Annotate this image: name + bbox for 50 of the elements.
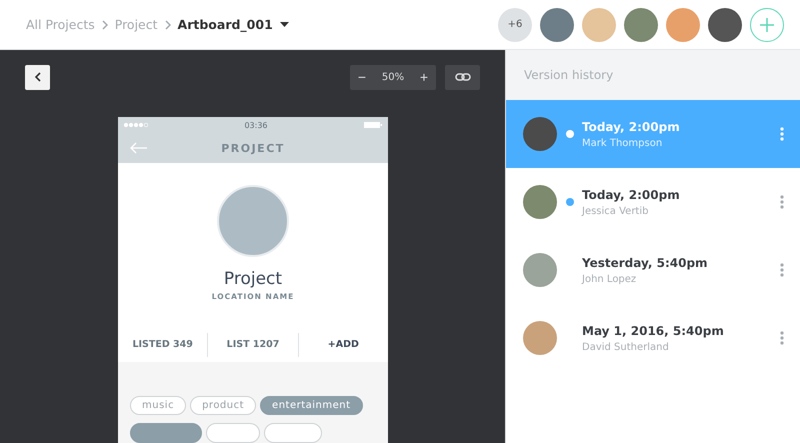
stat-label: LIST 1207 [207,332,298,357]
more-vertical-icon [780,331,784,345]
more-vertical-icon [780,195,784,209]
status-time: 03:36 [244,120,268,130]
more-menu-button[interactable] [778,262,786,278]
tag-chip[interactable] [130,423,202,443]
panel-title: Version history [506,50,800,100]
back-arrow-icon[interactable] [130,142,148,154]
signal-dots-icon [124,123,148,127]
version-author: David Sutherland [582,342,670,352]
link-icon [454,73,470,81]
tag-chip[interactable] [206,423,260,443]
zoom-in-button[interactable]: + [412,69,436,85]
version-time: Today, 2:00pm [582,120,681,134]
version-time: Today, 2:00pm [582,188,681,202]
more-vertical-icon [780,263,784,277]
stat-label: LISTED 349 [131,338,194,352]
author-avatar [523,253,557,287]
zoom-level: 50% [380,72,406,82]
chevron-right-icon [102,20,108,30]
author-avatar [523,117,557,151]
add-link[interactable]: +ADD [298,332,388,357]
nav-title: PROJECT [220,142,286,155]
author-avatar [523,321,557,355]
link-button[interactable] [445,64,480,90]
version-author: John Lopez [582,274,638,284]
chevron-right-icon [164,20,171,30]
more-vertical-icon [780,127,784,141]
collaborator-avatar[interactable] [624,8,658,42]
version-author: Mark Thompson [582,138,664,148]
collaborator-avatar[interactable] [540,8,574,42]
version-time: May 1, 2016, 5:40pm [582,324,725,338]
version-time: Yesterday, 5:40pm [582,256,709,270]
more-collaborators-count[interactable]: +6 [498,8,532,42]
plus-icon [759,16,775,32]
battery-icon [364,122,382,128]
add-collaborator-button[interactable] [750,8,784,42]
caret-down-icon[interactable] [280,22,289,27]
version-author: Jessica Vertib [582,206,650,216]
more-menu-button[interactable] [778,330,786,346]
chevron-left-icon [34,72,40,82]
more-menu-button[interactable] [778,126,786,142]
tag-chip[interactable] [264,423,322,443]
collaborator-avatar[interactable] [708,8,742,42]
author-avatar [523,185,557,219]
more-menu-button[interactable] [778,194,786,210]
project-name: Project [224,269,282,290]
zoom-out-button[interactable]: − [350,69,374,85]
back-button[interactable] [25,64,50,90]
breadcrumb-link[interactable]: Artboard_001 [178,17,273,32]
